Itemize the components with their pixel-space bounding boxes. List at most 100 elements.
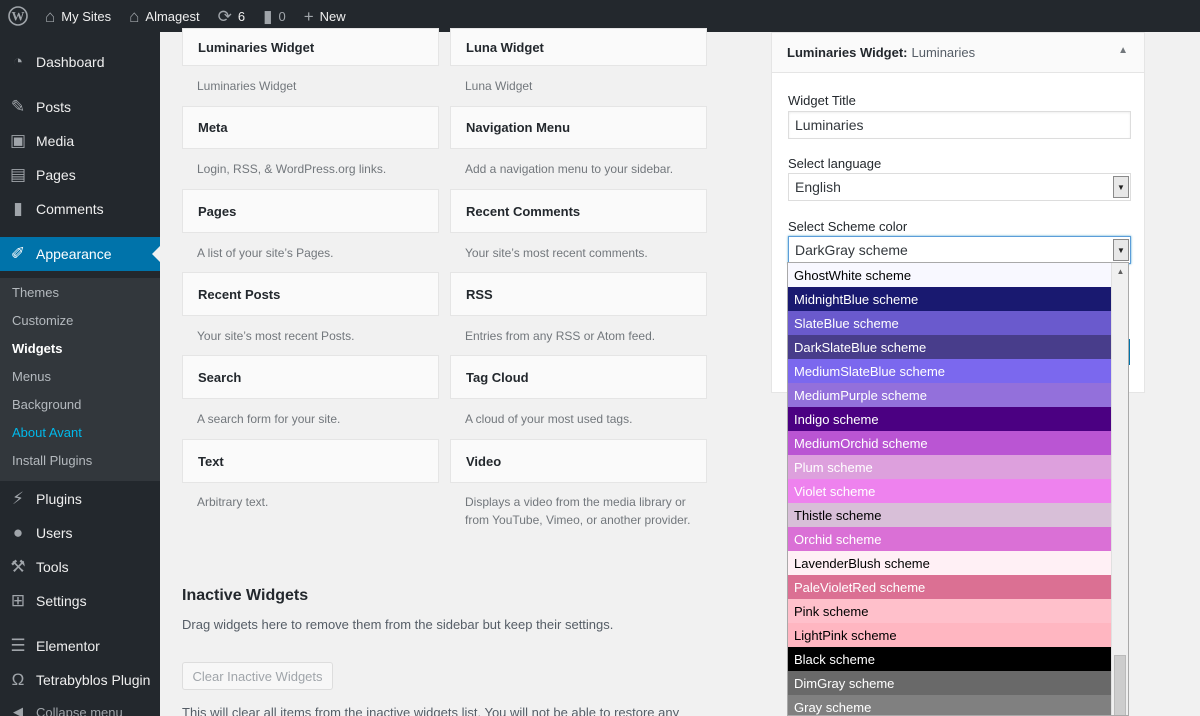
menu-label: Dashboard	[36, 54, 105, 70]
scheme-color-label: Select Scheme color	[788, 219, 908, 234]
scheme-option[interactable]: Violet scheme	[788, 479, 1111, 503]
widget-pages[interactable]: Pages	[182, 189, 439, 233]
menu-item-media[interactable]: ▣ Media	[0, 124, 160, 158]
widget-luminaries[interactable]: Luminaries Widget	[182, 28, 439, 66]
clear-inactive-widgets-button[interactable]: Clear Inactive Widgets	[182, 662, 333, 690]
widget-video[interactable]: Video	[450, 439, 707, 483]
comments-count: 0	[278, 8, 286, 24]
scheme-option[interactable]: MediumSlateBlue scheme	[788, 359, 1111, 383]
submenu-background[interactable]: Background	[12, 397, 81, 412]
chevron-up-icon[interactable]: ▲	[1112, 263, 1128, 280]
menu-item-tetrabyblos-plugin[interactable]: Ω Tetrabyblos Plugin	[0, 663, 160, 697]
widget-panel-header[interactable]: Luminaries Widget: Luminaries ▲	[772, 33, 1144, 73]
widget-title: Text	[198, 453, 224, 469]
scheme-color-dropdown[interactable]: GhostWhite scheme MidnightBlue scheme Slat…	[787, 262, 1129, 716]
omega-icon: Ω	[11, 670, 25, 689]
scheme-option[interactable]: LightPink scheme	[788, 623, 1111, 647]
scheme-option[interactable]: Plum scheme	[788, 455, 1111, 479]
widget-recent-posts[interactable]: Recent Posts	[182, 272, 439, 316]
comment-icon: ▮	[13, 199, 23, 218]
scheme-color-select[interactable]: DarkGray scheme ▼	[788, 236, 1131, 264]
language-label: Select language	[788, 156, 882, 171]
collapse-label: Collapse menu	[36, 704, 123, 716]
menu-label: Tools	[36, 559, 69, 575]
menu-label: Users	[36, 525, 73, 541]
widget-title-input[interactable]: Luminaries	[788, 111, 1131, 139]
menu-item-posts[interactable]: ✎ Posts	[0, 90, 160, 124]
scheme-option[interactable]: PaleVioletRed scheme	[788, 575, 1111, 599]
menu-item-plugins[interactable]: ⚡ Plugins	[0, 482, 160, 516]
widget-description: Your site’s most recent comments.	[465, 246, 648, 260]
media-icon: ▣	[9, 131, 27, 150]
menu-label: Pages	[36, 167, 76, 183]
widget-description: A list of your site’s Pages.	[197, 246, 334, 260]
widget-description: Your site’s most recent Posts.	[197, 329, 355, 343]
menu-label: Comments	[36, 201, 104, 217]
menu-item-pages[interactable]: ▤ Pages	[0, 158, 160, 192]
menu-item-comments[interactable]: ▮ Comments	[0, 192, 160, 226]
elementor-icon: ☰	[10, 636, 26, 655]
widget-search[interactable]: Search	[182, 355, 439, 399]
settings-icon: ⊞	[10, 591, 26, 610]
scheme-option[interactable]: MidnightBlue scheme	[788, 287, 1111, 311]
admin-sidebar: ◔ Dashboard ✎ Posts ▣ Media ▤ Pages ▮ Co…	[0, 32, 160, 716]
menu-item-settings[interactable]: ⊞ Settings	[0, 584, 160, 618]
scheme-option[interactable]: Gray scheme	[788, 695, 1111, 715]
scheme-option[interactable]: Orchid scheme	[788, 527, 1111, 551]
widget-navigation-menu[interactable]: Navigation Menu	[450, 106, 707, 149]
menu-item-elementor[interactable]: ☰ Elementor	[0, 629, 160, 663]
scheme-option[interactable]: DarkSlateBlue scheme	[788, 335, 1111, 359]
scheme-option[interactable]: LavenderBlush scheme	[788, 551, 1111, 575]
appearance-submenu: Themes Customize Widgets Menus Backgroun…	[0, 278, 160, 481]
pin-icon: ✎	[10, 97, 26, 116]
menu-item-tools[interactable]: ⚒ Tools	[0, 550, 160, 584]
updates-count: 6	[237, 8, 246, 24]
collapse-menu-button[interactable]: ◀ Collapse menu	[0, 702, 160, 716]
widget-meta[interactable]: Meta	[182, 106, 439, 149]
widget-rss[interactable]: RSS	[450, 272, 707, 316]
menu-item-users[interactable]: ● Users	[0, 516, 160, 550]
chevron-down-icon[interactable]: ▼	[1113, 239, 1129, 261]
menu-item-dashboard[interactable]: ◔ Dashboard	[0, 45, 160, 79]
comment-icon: ▮	[263, 6, 273, 26]
submenu-install-plugins[interactable]: Install Plugins	[12, 453, 92, 468]
wrench-icon: ⚒	[10, 557, 26, 576]
submenu-customize[interactable]: Customize	[12, 313, 73, 328]
widget-description: Add a navigation menu to your sidebar.	[465, 162, 674, 176]
menu-label: Tetrabyblos Plugin	[36, 672, 151, 688]
scheme-option[interactable]: Pink scheme	[788, 599, 1111, 623]
widget-description: A cloud of your most used tags.	[465, 412, 633, 426]
widget-title-label: Widget Title	[788, 93, 856, 108]
submenu-menus[interactable]: Menus	[12, 369, 51, 384]
menu-item-appearance[interactable]: ✐ Appearance	[0, 237, 160, 271]
submenu-widgets[interactable]: Widgets	[12, 341, 62, 356]
scrollbar-thumb[interactable]	[1114, 655, 1126, 715]
scheme-option[interactable]: DimGray scheme	[788, 671, 1111, 695]
widget-title: Navigation Menu	[466, 120, 571, 135]
menu-label: Elementor	[36, 638, 100, 654]
widget-title: Recent Posts	[198, 286, 281, 302]
scheme-option[interactable]: Indigo scheme	[788, 407, 1111, 431]
scheme-option[interactable]: Black scheme	[788, 647, 1111, 671]
scheme-option[interactable]: MediumPurple scheme	[788, 383, 1111, 407]
widget-luna[interactable]: Luna Widget	[450, 28, 707, 66]
chevron-down-icon[interactable]: ▼	[1113, 176, 1129, 198]
dropdown-scrollbar[interactable]: ▲	[1111, 263, 1128, 715]
scheme-color-value: DarkGray scheme	[795, 242, 908, 258]
inactive-widgets-title: Inactive Widgets	[182, 587, 309, 604]
widget-description: Luminaries Widget	[197, 79, 297, 93]
language-select[interactable]: English ▼	[788, 173, 1131, 201]
scheme-option[interactable]: GhostWhite scheme	[788, 263, 1111, 287]
submenu-themes[interactable]: Themes	[12, 285, 59, 300]
collapse-arrow-icon[interactable]: ▲	[1118, 45, 1128, 56]
widget-recent-comments[interactable]: Recent Comments	[450, 189, 707, 233]
scheme-option[interactable]: Thistle scheme	[788, 503, 1111, 527]
widget-tag-cloud[interactable]: Tag Cloud	[450, 355, 707, 399]
scheme-option[interactable]: SlateBlue scheme	[788, 311, 1111, 335]
my-sites-menu[interactable]: ⌂ My Sites	[36, 0, 120, 32]
wordpress-logo-button[interactable]: W	[0, 0, 36, 32]
scheme-option[interactable]: MediumOrchid scheme	[788, 431, 1111, 455]
widget-title: RSS	[466, 286, 493, 302]
submenu-about-avant[interactable]: About Avant	[12, 425, 82, 440]
widget-text[interactable]: Text	[182, 439, 439, 483]
